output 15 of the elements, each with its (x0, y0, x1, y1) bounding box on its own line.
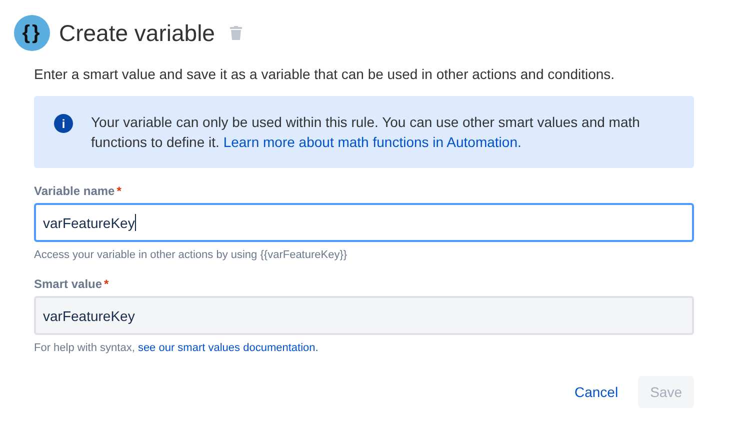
learn-more-link[interactable]: Learn more about math functions in Automation. (223, 134, 522, 150)
help-text: For help with syntax, see our smart values documentation. (34, 342, 320, 354)
help-text: Access your variable in other actions by using {{varFeatureKey}} (34, 249, 348, 261)
dialog-title: Create variable (59, 20, 215, 46)
cancel-button[interactable]: Cancel (562, 376, 630, 408)
logo-icon: {} (14, 15, 50, 51)
field-label: Variable name * (34, 184, 122, 198)
trash-icon[interactable] (230, 26, 242, 40)
input-field[interactable]: varFeatureKey (34, 203, 694, 242)
info-icon: i (54, 114, 73, 133)
input-field[interactable]: varFeatureKey (34, 296, 694, 335)
documentation-link[interactable]: see our smart values documentation. (138, 342, 318, 354)
field-label: Smart value * (34, 277, 110, 291)
info-text: Your variable can only be used within this rule. You can use other smart values and math functions to define it. Learn more about math functions in Automation. (91, 113, 641, 152)
description-text: Enter a smart value and save it as a variable that can be used in other actions and conditions. (34, 66, 616, 82)
